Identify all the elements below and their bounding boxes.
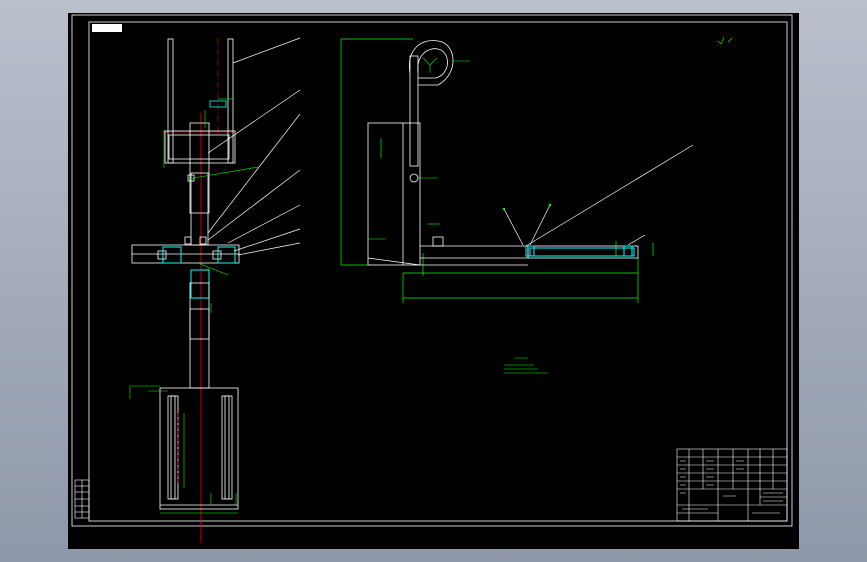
sheet-border <box>71 14 793 527</box>
sheet-title-tag <box>92 24 122 32</box>
drawing-canvas[interactable] <box>68 13 799 549</box>
roughness-symbol <box>717 36 733 45</box>
tech-notes <box>504 357 548 374</box>
revision-strip <box>74 479 90 519</box>
front-view <box>129 37 301 543</box>
side-view <box>340 36 733 303</box>
title-block <box>676 448 788 522</box>
